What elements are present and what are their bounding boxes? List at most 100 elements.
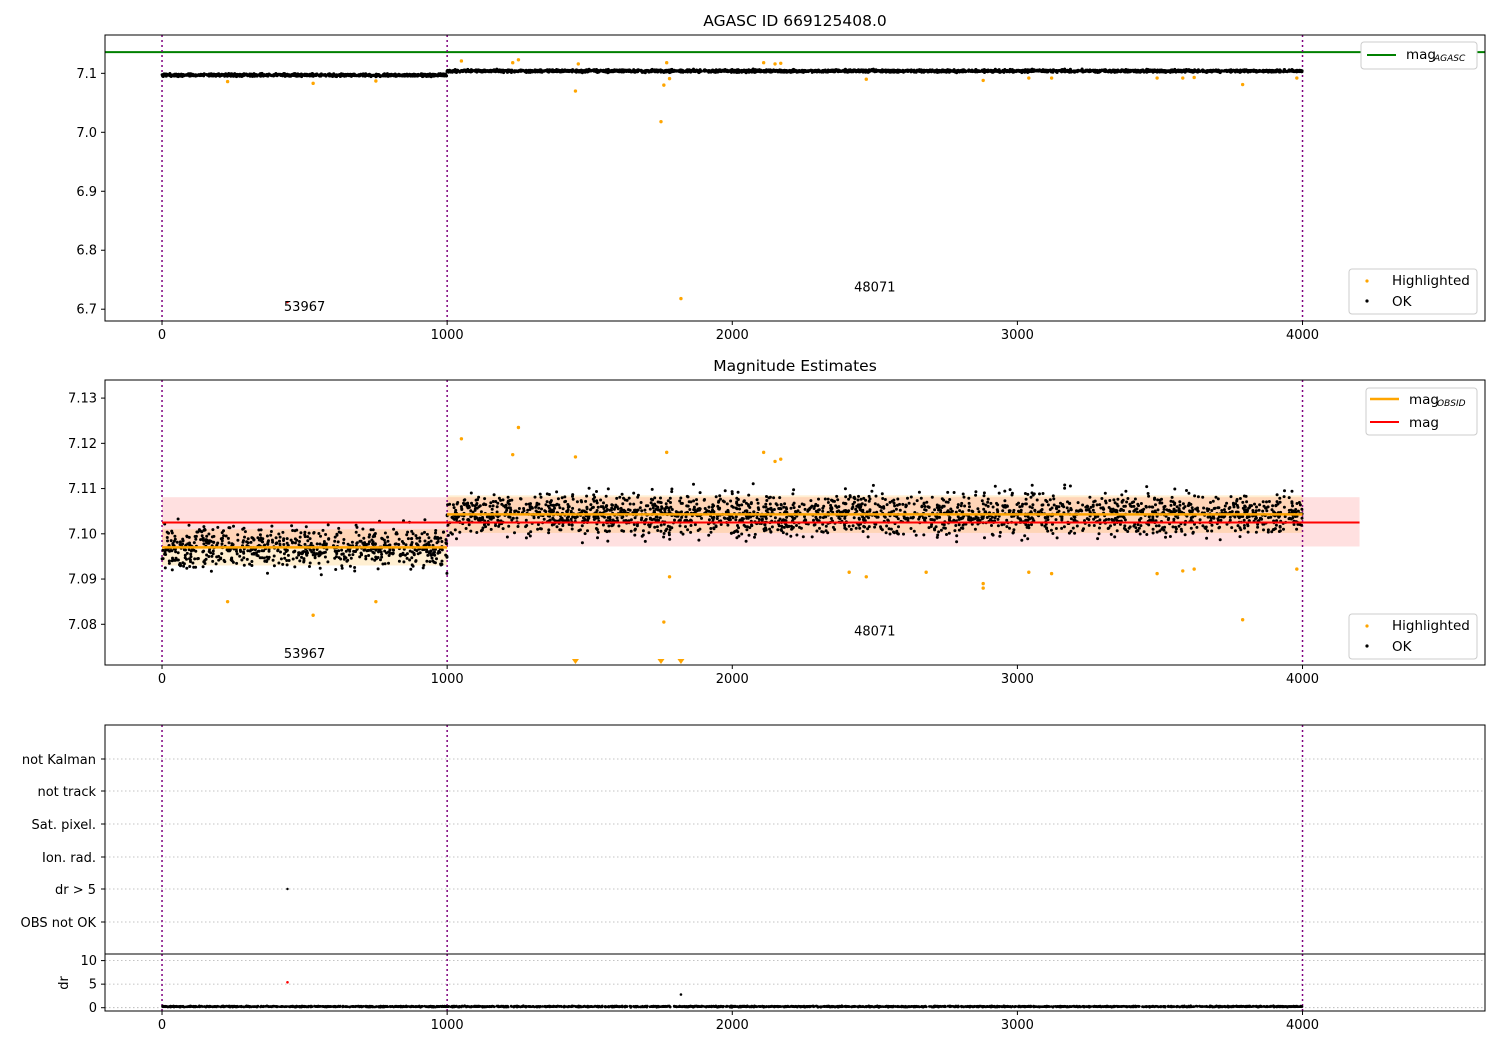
ok-point [200,530,204,534]
ok-point [207,550,211,553]
ok-point [326,560,330,564]
ok-point [495,505,499,509]
ok-point [260,549,264,553]
ok-point [181,537,185,541]
ok-point [178,540,182,544]
ok-point [409,567,413,571]
ok-point [168,74,172,78]
ok-point [1188,69,1191,73]
ok-point [368,72,371,76]
ok-point [602,68,605,72]
ok-point [313,556,317,560]
ok-point [846,70,850,74]
ok-point [954,524,958,527]
ok-point [1202,506,1206,510]
ok-point [263,559,267,563]
ok-point [1156,69,1160,73]
ok-point [297,553,301,557]
ok-point [1160,69,1164,73]
ok-point [238,548,242,552]
panel-agasc: AGASC ID 669125408.0 0 1000 2000 3000 40006.… [76,12,1486,343]
ok-point [1054,518,1058,522]
ok-point [740,532,744,536]
ok-point [668,537,672,541]
ok-point [340,564,344,568]
ok-point [445,554,449,558]
ok-point [308,565,311,568]
ok-point [333,539,337,543]
ok-point [245,557,249,561]
ok-point [414,559,418,563]
ok-point [342,541,346,545]
ok-point [394,73,398,77]
ok-point [594,68,598,72]
ok-point [1111,69,1115,73]
ok-point [371,528,375,532]
ok-point [367,554,371,557]
ok-point [327,537,331,541]
ok-point [408,558,412,562]
ok-point [266,542,270,546]
ok-point [1115,529,1119,533]
ok-point [353,566,357,569]
ok-point [235,549,238,553]
ok-point [1232,69,1235,73]
ok-point [428,560,432,564]
ok-point [203,559,207,562]
ok-point [282,552,286,556]
ok-point [633,533,637,537]
ok-point [1182,69,1186,72]
ok-point [298,559,302,563]
ok-point [811,69,815,73]
ok-point [1002,70,1006,74]
ok-point [397,537,401,541]
ok-point [266,571,269,575]
ok-point [379,558,382,562]
ok-point [207,532,211,536]
ok-point [354,73,358,77]
ok-point [855,69,859,73]
ok-point [1272,69,1276,73]
ok-point [203,528,207,532]
ok-point [210,554,214,558]
ok-point [428,73,432,77]
ok-point [344,556,348,560]
ok-point [726,523,730,527]
ok-point [856,498,860,502]
ok-point [222,558,226,562]
ok-point [738,69,742,73]
panel-title: Magnitude Estimates [713,357,877,375]
ok-point [1235,69,1239,73]
ok-point [335,532,339,536]
ok-point [219,72,223,76]
ok-point [773,516,777,520]
ok-point [291,541,294,545]
ok-point [192,541,196,545]
obsid-annotation: 48071 [854,281,895,296]
highlighted-point [1295,76,1299,80]
ok-point [921,69,925,73]
ok-point [734,515,738,519]
ok-point [306,535,310,539]
ok-point [902,532,905,536]
ok-point [370,557,374,561]
ok-point [278,539,281,543]
ok-point [165,536,169,539]
ok-point [334,568,338,571]
ok-point [386,539,390,543]
ok-point [524,518,528,522]
ok-point [236,533,240,537]
ok-point [947,69,951,73]
ok-point [722,68,726,72]
ok-point [864,68,868,72]
ok-point [263,543,267,547]
ok-point [279,557,283,561]
ok-point [306,539,310,543]
ok-point [211,552,215,556]
ok-point [729,499,733,503]
ok-point [423,539,427,543]
ok-point [362,548,366,552]
ok-point [324,533,328,536]
ok-point [675,69,679,73]
ok-point [238,554,242,558]
